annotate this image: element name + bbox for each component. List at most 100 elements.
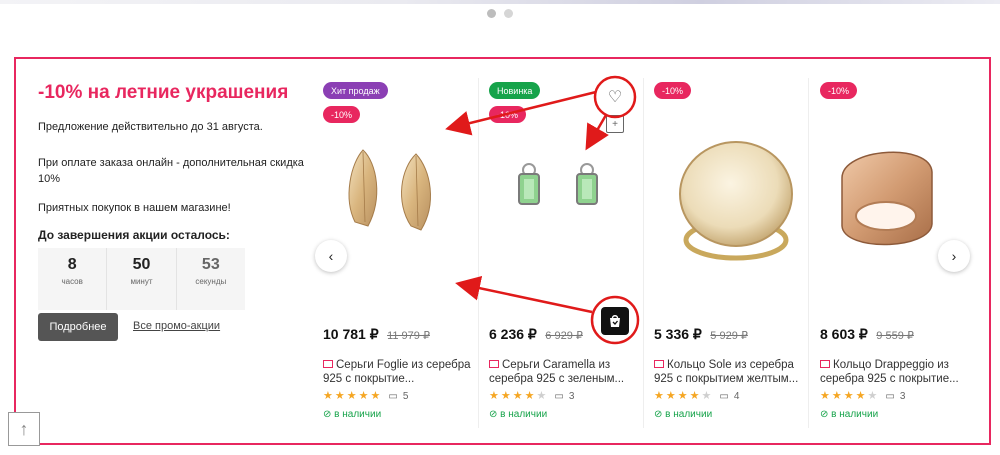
countdown-value: 50 (132, 256, 151, 273)
badge-hit: Хит продаж (323, 82, 388, 99)
product-card[interactable]: Хит продаж -10% 10 781 ₽ 11 979 ₽ Серьги… (323, 78, 487, 428)
star-icon: ★ (843, 390, 854, 402)
price-old: 11 979 ₽ (387, 330, 430, 342)
promo-tag-icon (654, 360, 664, 368)
badge-new: Новинка (489, 82, 541, 99)
star-icon: ★ (512, 390, 523, 402)
stock-text: в наличии (831, 409, 879, 420)
star-icon: ★ (820, 390, 830, 402)
promo-info: -10% на летние украшения Предложение дей… (38, 82, 308, 341)
product-name[interactable]: Серьги Caramella из серебра 925 с зелены… (489, 358, 639, 386)
badge-discount: -10% (820, 82, 858, 99)
countdown-minutes: 50 минут (107, 248, 177, 310)
price: 5 336 ₽ 5 929 ₽ (654, 326, 748, 344)
scroll-to-top-arrow-icon[interactable]: ↑ (8, 412, 40, 446)
price-old: 9 559 ₽ (876, 330, 914, 342)
rating: ★ ★ ★ ★ ★ ▭ 4 (654, 390, 740, 403)
comment-icon: ▭ (388, 391, 398, 402)
star-icon: ★ (855, 390, 866, 402)
price: 8 603 ₽ 9 559 ₽ (820, 326, 914, 344)
more-button[interactable]: Подробнее (38, 313, 118, 341)
promo-title: -10% на летние украшения (38, 82, 289, 103)
star-icon: ★ (500, 390, 511, 402)
star-empty-icon: ★ (867, 390, 878, 402)
product-name-text: Кольцо Drappeggio из серебра 925 с покры… (820, 359, 959, 385)
star-icon: ★ (334, 390, 345, 402)
promo-online-discount: При оплате заказа онлайн - дополнительна… (38, 157, 304, 185)
stock-status: ⊘ в наличии (654, 409, 713, 420)
stock-status: ⊘ в наличии (489, 409, 548, 420)
review-count[interactable]: 5 (403, 391, 409, 402)
price-current: 10 781 ₽ (323, 326, 379, 342)
product-image-earrings-leaf[interactable] (323, 118, 487, 318)
stock-text: в наличии (665, 409, 713, 420)
bag-icon (610, 315, 620, 327)
review-count[interactable]: 3 (569, 391, 575, 402)
price: 10 781 ₽ 11 979 ₽ (323, 326, 430, 344)
product-name-text: Кольцо Sole из серебра 925 с покрытием ж… (654, 359, 799, 385)
star-icon: ★ (654, 390, 664, 402)
countdown-value: 53 (201, 256, 220, 273)
chevron-left-icon[interactable]: ‹ (315, 240, 347, 272)
product-image-earrings-green[interactable] (489, 118, 653, 318)
slider-dot-1[interactable] (487, 9, 496, 18)
banner-edge (0, 0, 1000, 6)
countdown-seconds: 53 секунды (177, 248, 245, 310)
promo-tag-icon (489, 360, 499, 368)
product-name[interactable]: Кольцо Drappeggio из серебра 925 с покры… (820, 358, 970, 386)
badge-discount: -10% (654, 82, 692, 99)
comment-icon: ▭ (719, 391, 729, 402)
rating: ★ ★ ★ ★ ★ ▭ 3 (489, 390, 575, 403)
star-icon: ★ (665, 390, 676, 402)
star-icon: ★ (524, 390, 535, 402)
price-current: 6 236 ₽ (489, 326, 537, 342)
product-name[interactable]: Кольцо Sole из серебра 925 с покрытием ж… (654, 358, 804, 386)
countdown-unit: секунды (195, 277, 227, 286)
product-image-ring-sole[interactable] (654, 118, 818, 318)
product-name[interactable]: Серьги Foglie из серебра 925 с покрытие.… (323, 358, 473, 386)
countdown-label: До завершения акции осталось: (38, 228, 230, 242)
comment-icon: ▭ (885, 391, 895, 402)
review-count[interactable]: 3 (900, 391, 906, 402)
star-icon: ★ (677, 390, 688, 402)
countdown-value: 8 (67, 256, 77, 273)
price: 6 236 ₽ 6 929 ₽ (489, 326, 583, 344)
product-name-text: Серьги Caramella из серебра 925 с зелены… (489, 359, 625, 385)
star-icon: ★ (358, 390, 369, 402)
star-icon: ★ (489, 390, 499, 402)
star-icon: ★ (346, 390, 357, 402)
stock-text: в наличии (334, 409, 382, 420)
stock-status: ⊘ в наличии (820, 409, 879, 420)
countdown-unit: минут (130, 277, 153, 286)
star-icon: ★ (323, 390, 333, 402)
countdown-hours: 8 часов (38, 248, 108, 310)
product-image-ring-drappeggio[interactable] (820, 118, 984, 318)
slider-dots (487, 9, 513, 18)
review-count[interactable]: 4 (734, 391, 740, 402)
countdown-unit: часов (61, 277, 83, 286)
promo-wish: Приятных покупок в нашем магазине! (38, 202, 231, 214)
comment-icon: ▭ (554, 391, 564, 402)
all-promos-link[interactable]: Все промо-акции (133, 320, 220, 332)
price-old: 6 929 ₽ (545, 330, 583, 342)
promo-validity: Предложение действительно до 31 августа. (38, 121, 263, 133)
star-icon: ★ (689, 390, 700, 402)
product-card[interactable]: -10% 5 336 ₽ 5 929 ₽ Кольцо Sole из сере… (654, 78, 818, 428)
star-icon: ★ (370, 390, 381, 402)
banner-image-edge (0, 0, 1000, 4)
price-current: 8 603 ₽ (820, 326, 868, 342)
star-empty-icon: ★ (701, 390, 712, 402)
price-old: 5 929 ₽ (710, 330, 748, 342)
cart-bag-icon[interactable] (601, 307, 629, 335)
promo-tag-icon (323, 360, 333, 368)
star-empty-icon: ★ (536, 390, 547, 402)
compare-icon[interactable]: + (606, 115, 624, 133)
heart-icon[interactable]: ♡ (602, 84, 628, 110)
slider-dot-2[interactable] (504, 9, 513, 18)
product-card[interactable]: Новинка -10% 6 236 ₽ 6 929 ₽ Серьги Cara… (489, 78, 653, 428)
countdown-timer: 8 часов 50 минут 53 секунды (38, 248, 245, 310)
rating: ★ ★ ★ ★ ★ ▭ 3 (820, 390, 906, 403)
stock-status: ⊘ в наличии (323, 409, 382, 420)
star-icon: ★ (831, 390, 842, 402)
chevron-right-icon[interactable]: › (938, 240, 970, 272)
